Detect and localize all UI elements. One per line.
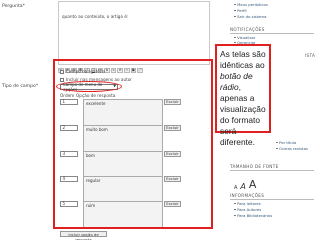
sidebar-link-logout[interactable]: Sair do sistema: [234, 14, 266, 19]
option-text-5[interactable]: ruim: [83, 201, 163, 228]
bullet-icon: [234, 208, 236, 211]
fullscreen-icon[interactable]: ⤢: [137, 67, 143, 74]
divider: [230, 170, 314, 171]
unlink-icon[interactable]: ⊘: [117, 67, 123, 74]
field-type-select[interactable]: Campo de menu de opções ▼: [60, 81, 118, 93]
image-icon[interactable]: ▣: [130, 67, 137, 74]
bullet-icon: [276, 141, 278, 144]
divider: [230, 33, 314, 34]
sidebar-link-other-journals[interactable]: Outras revistas: [276, 146, 308, 151]
delete-button-1[interactable]: Excluir: [164, 99, 181, 105]
bullet-icon: [234, 9, 236, 12]
required-text: Campo obrigatório: [66, 69, 106, 74]
delete-button-5[interactable]: Excluir: [164, 201, 181, 207]
option-text-4[interactable]: regular: [83, 176, 163, 203]
sidebar-link-profile[interactable]: Perfil: [234, 8, 247, 13]
information-title: INFORMAÇÕES: [230, 193, 265, 198]
chevron-down-icon: ▼: [113, 84, 116, 89]
order-field-5[interactable]: 5: [60, 201, 78, 207]
annotation-callout: As telas são idênticas ao botão de rádio…: [215, 44, 271, 147]
bullet-icon: [276, 147, 278, 150]
font-size-title: TAMANHO DE FONTE: [230, 164, 279, 169]
divider: [230, 199, 314, 200]
question-label: Pergunta*: [2, 4, 25, 9]
bullet-icon: [234, 214, 236, 217]
link-icon[interactable]: ∞: [110, 67, 117, 74]
code-icon[interactable]: ‹›: [123, 67, 130, 74]
sidebar-link-journals[interactable]: Meus periódicos: [234, 2, 268, 7]
field-type-value: Campo de menu de opções: [63, 81, 103, 93]
bullet-icon: [234, 36, 236, 39]
delete-button-2[interactable]: Excluir: [164, 125, 181, 131]
order-field-1[interactable]: 1: [60, 99, 78, 105]
order-field-4[interactable]: 4: [60, 176, 78, 182]
option-text-3[interactable]: bom: [83, 151, 163, 178]
order-field-3[interactable]: 3: [60, 151, 78, 157]
field-type-label: Tipo de campo*: [2, 84, 39, 89]
question-editor[interactable]: quanto ao conteúdo, o artigo é:: [58, 1, 210, 65]
callout-text-start: As telas são idênticas ao: [220, 49, 266, 70]
delete-button-3[interactable]: Excluir: [164, 151, 181, 157]
notifications-title: NOTIFICAÇÕES: [230, 27, 265, 32]
font-small-button[interactable]: A: [234, 185, 237, 191]
option-column-header: Opção de resposta: [76, 93, 116, 98]
required-option[interactable]: Campo obrigatório: [60, 69, 105, 74]
sidebar-link-librarians[interactable]: Para Bibliotecários: [234, 213, 272, 218]
callout-text-italic: botão de rádio: [220, 71, 253, 92]
font-large-button[interactable]: A: [249, 178, 257, 191]
bullet-icon: [234, 3, 236, 6]
font-size-controls: A A A: [234, 178, 256, 191]
order-field-2[interactable]: 2: [60, 125, 78, 131]
delete-button-4[interactable]: Excluir: [164, 176, 181, 182]
order-column-header: Ordem: [60, 93, 75, 98]
option-text-1[interactable]: excelente: [83, 99, 163, 126]
partial-section-title: ISTA: [305, 53, 316, 58]
sidebar-link-by-title[interactable]: Por título: [276, 140, 296, 145]
add-option-button[interactable]: Incluir opção de resposta: [60, 231, 107, 240]
option-text-2[interactable]: muito bom: [83, 125, 163, 152]
question-text: quanto ao conteúdo, o artigo é:: [62, 14, 129, 19]
required-checkbox[interactable]: [60, 69, 64, 74]
bullet-icon: [234, 202, 236, 205]
font-medium-button[interactable]: A: [240, 182, 245, 191]
bullet-icon: [234, 15, 236, 18]
sidebar-link-authors[interactable]: Para Autores: [234, 207, 261, 212]
sidebar-link-readers[interactable]: Para leitores: [234, 201, 261, 206]
